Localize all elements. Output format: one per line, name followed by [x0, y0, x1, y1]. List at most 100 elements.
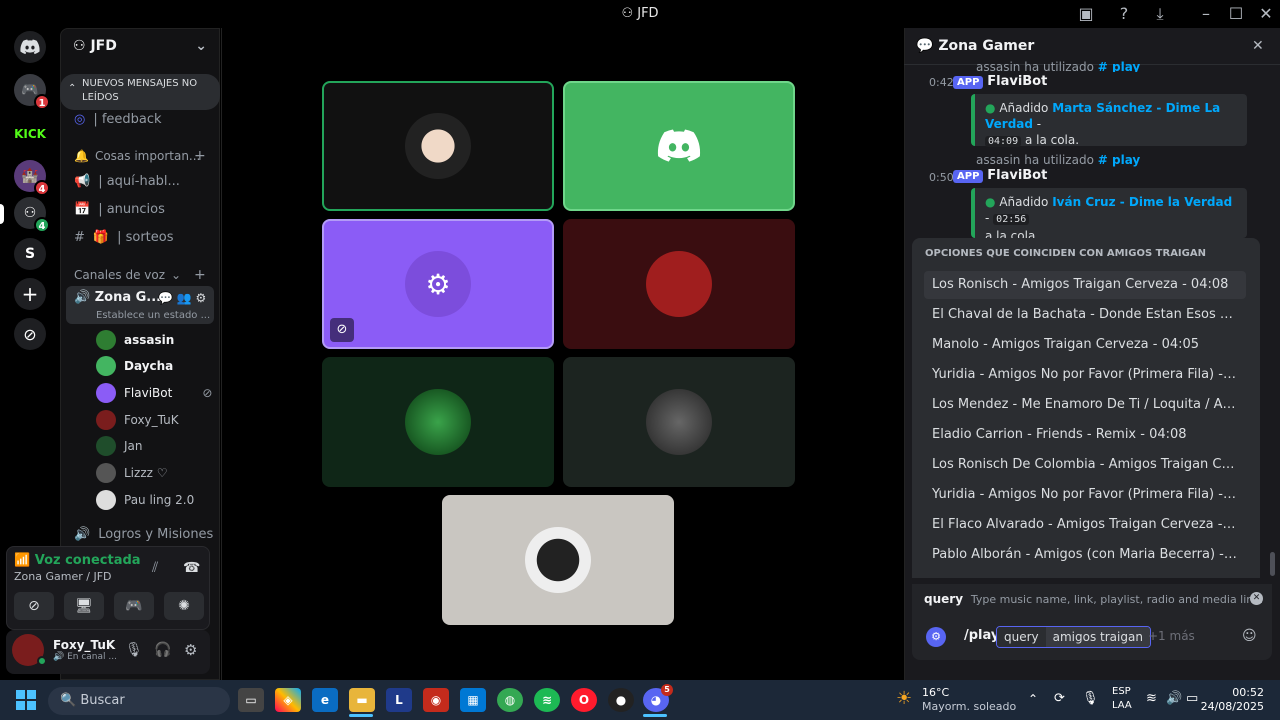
task-view-icon[interactable]: ▭ — [238, 688, 264, 712]
category-voice[interactable]: Canales de voz ⌄ + — [74, 267, 206, 283]
weather-icon[interactable]: ☀ — [896, 688, 912, 709]
voice-user[interactable]: FlaviBot ⊘ — [96, 381, 212, 405]
voice-user[interactable]: Daycha — [96, 354, 173, 378]
option-item[interactable]: Manolo - Amigos Traigan Cerveza - 04:05 — [924, 331, 1246, 359]
screen-share-button[interactable]: 🖥 — [64, 592, 104, 620]
language[interactable]: ESP — [1112, 686, 1131, 697]
store-icon[interactable]: ▦ — [460, 688, 486, 712]
video-tile[interactable] — [322, 81, 554, 211]
server-art[interactable]: 🏰 4 — [14, 160, 50, 196]
server-jfd[interactable]: ⚇ 4 — [14, 197, 50, 233]
server-header[interactable]: ⚇ JFD ⌄ — [61, 30, 219, 64]
channel-aqui-habl[interactable]: 📢 | aquí-habl... — [66, 168, 216, 194]
voice-status-label[interactable]: 📶 Voz conectada — [14, 553, 141, 568]
close-window-icon[interactable]: ✕ — [1256, 4, 1276, 24]
video-tile[interactable] — [563, 81, 795, 211]
option-item[interactable]: Pablo Alborán - Amigos (con Maria Becerr… — [924, 541, 1246, 569]
server-gamepad[interactable]: 🎮 1 — [14, 74, 50, 110]
soundboard-button[interactable]: ✺ — [164, 592, 204, 620]
app-l-icon[interactable]: L — [386, 688, 412, 712]
add-channel-icon[interactable]: + — [194, 148, 206, 164]
opera-icon[interactable]: O — [571, 688, 597, 712]
chrome-icon[interactable]: ◍ — [497, 688, 523, 712]
message-author[interactable]: APP FlaviBot — [953, 74, 1047, 89]
maximize-icon[interactable]: ☐ — [1226, 4, 1246, 24]
option-item[interactable]: El Chaval de la Bachata - Donde Estan Es… — [924, 301, 1246, 329]
video-tile[interactable] — [563, 219, 795, 349]
server-s[interactable]: S — [14, 238, 46, 270]
voice-user[interactable]: Jan — [96, 434, 143, 458]
option-item[interactable]: Eladio Carrion - Friends - Remix - 04:08 — [924, 421, 1246, 449]
taskbar-search[interactable]: 🔍 Buscar — [48, 687, 230, 715]
add-server-icon[interactable]: + — [14, 278, 46, 310]
discover-icon[interactable]: ⊘ — [14, 318, 46, 350]
voice-channel-actions[interactable]: 💬 👥 ⚙ — [158, 291, 206, 305]
option-item[interactable]: Yuridia - Amigos No por Favor (Primera F… — [924, 481, 1246, 509]
help-icon[interactable]: ? — [1114, 4, 1134, 24]
battery-icon[interactable]: ▭ — [1186, 691, 1198, 706]
camera-off-button[interactable]: ⊘ — [14, 592, 54, 620]
new-messages-bar[interactable]: ⌃ NUEVOS MENSAJES NO LEÍDOS — [60, 74, 220, 110]
copilot-icon[interactable]: ◈ — [275, 688, 301, 712]
add-channel-icon[interactable]: + — [194, 267, 206, 283]
option-item[interactable]: El Flaco Alvarado - Amigos Traigan Cerve… — [924, 511, 1246, 539]
channel-feedback[interactable]: ◎ | feedback — [66, 106, 216, 132]
query-option-chip[interactable]: query amigos traigan — [996, 626, 1151, 648]
windows-start-icon[interactable] — [16, 690, 36, 710]
message-author[interactable]: APP FlaviBot — [953, 168, 1047, 183]
headphones-icon[interactable]: 🎧 — [154, 642, 171, 658]
disconnect-icon[interactable]: ☎ — [183, 560, 200, 576]
sync-icon[interactable]: ⟳ — [1054, 691, 1065, 706]
option-item[interactable]: Yuridia - Amigos No por Favor (Primera F… — [924, 361, 1246, 389]
activities-button[interactable]: 🎮 — [114, 592, 154, 620]
video-tile[interactable] — [322, 357, 554, 487]
clear-icon[interactable]: ✕ — [1250, 592, 1263, 605]
microphone-icon[interactable]: 🎙 — [125, 642, 143, 658]
more-options[interactable]: +1 más — [1148, 629, 1195, 643]
voice-user[interactable]: Lizzz ♡ — [96, 461, 168, 485]
voice-user[interactable]: assasin — [96, 328, 174, 352]
scrollbar[interactable] — [1270, 552, 1275, 576]
microphone-icon[interactable]: 🎙 — [1082, 691, 1099, 706]
voice-status[interactable]: Establece un estado ... — [96, 310, 210, 321]
clock-time[interactable]: 00:52 — [1228, 686, 1264, 699]
app-dark-icon[interactable]: ● — [608, 688, 634, 712]
query-value[interactable]: amigos traigan — [1045, 627, 1150, 647]
inbox-icon[interactable]: ▣ — [1076, 4, 1096, 24]
voice-location[interactable]: Zona Gamer / JFD — [14, 570, 112, 583]
language-layout[interactable]: LAA — [1112, 700, 1132, 711]
clock-date[interactable]: 24/08/2025 — [1200, 700, 1264, 713]
wifi-icon[interactable]: ≋ — [1146, 691, 1157, 706]
category-cosas[interactable]: 🔔 Cosas importan... + — [74, 148, 206, 164]
server-kick[interactable]: KICK — [14, 118, 46, 150]
download-icon[interactable]: ⤓ — [1150, 4, 1170, 24]
video-tile[interactable] — [563, 357, 795, 487]
edge-icon[interactable]: e — [312, 688, 338, 712]
volume-icon[interactable]: 🔊 — [1166, 691, 1182, 706]
minimize-icon[interactable]: – — [1196, 4, 1216, 24]
noise-suppression-icon[interactable]: ⫽ — [152, 560, 158, 576]
close-chat-icon[interactable]: ✕ — [1252, 38, 1264, 54]
weather-desc[interactable]: Mayorm. soleado — [922, 700, 1016, 713]
reply-reference[interactable]: assasin ha utilizado # play — [976, 153, 1140, 167]
option-item[interactable]: Los Ronisch - Amigos Traigan Cerveza - 0… — [924, 271, 1246, 299]
channel-logros[interactable]: 🔊 Logros y Misiones — [66, 521, 216, 547]
voice-user[interactable]: Pau ling 2.0 — [96, 488, 194, 512]
channel-anuncios[interactable]: 📅 | anuncios — [66, 196, 216, 222]
settings-icon[interactable]: ⚙ — [184, 641, 197, 659]
file-explorer-icon[interactable]: ▬ — [349, 688, 375, 712]
voice-user[interactable]: Foxy_TuK — [96, 408, 179, 432]
emoji-icon[interactable]: ☺ — [1242, 628, 1257, 644]
app-red-icon[interactable]: ◉ — [423, 688, 449, 712]
channel-sorteos[interactable]: # 🎁 | sorteos — [66, 224, 216, 250]
video-tile[interactable] — [442, 495, 674, 625]
discord-taskbar-icon[interactable]: ◕ 5 — [643, 684, 673, 712]
option-item[interactable]: Los Mendez - Me Enamoro De Ti / Loquita … — [924, 391, 1246, 419]
discord-home-icon[interactable] — [14, 31, 46, 63]
weather-temp[interactable]: 16°C — [922, 686, 949, 699]
video-tile[interactable]: ⚙ — [322, 219, 554, 349]
chevron-up-icon[interactable]: ⌃ — [1028, 692, 1038, 706]
option-item[interactable]: Los Ronisch De Colombia - Amigos Traigan… — [924, 451, 1246, 479]
spotify-icon[interactable]: ≋ — [534, 688, 560, 712]
user-name[interactable]: Foxy_TuK — [53, 638, 115, 652]
